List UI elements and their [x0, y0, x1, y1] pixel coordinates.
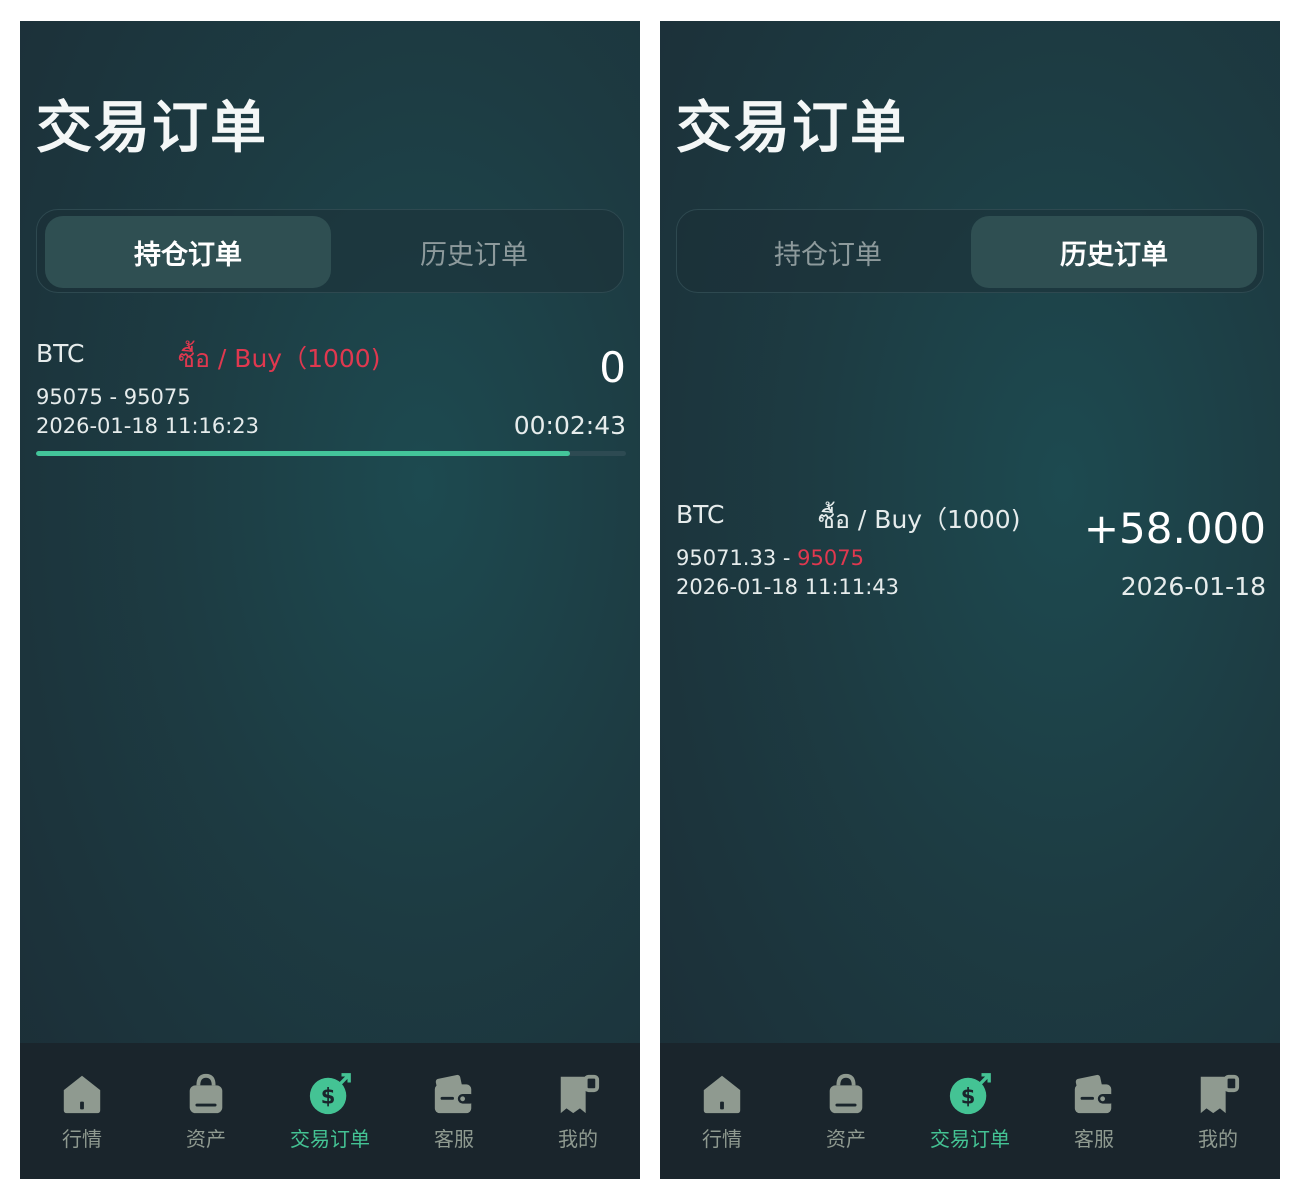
nav-label: 客服 — [434, 1127, 474, 1151]
price-separator: - — [102, 385, 124, 409]
nav-item-orders[interactable]: $ 交易订单 — [268, 1043, 392, 1179]
order-pnl: 0 — [599, 343, 626, 392]
order-progress-bar — [36, 451, 626, 456]
order-side: ซื้อ / Buy（1000) — [178, 344, 381, 373]
nav-label: 行情 — [62, 1127, 102, 1151]
order-pnl: +58.000 — [1083, 504, 1266, 553]
tab-open-orders[interactable]: 持仓订单 — [45, 216, 331, 288]
order-item[interactable]: BTC ซื้อ / Buy（1000) 95071.33 - 95075 20… — [676, 500, 1266, 620]
nav-item-mine[interactable]: 我的 — [516, 1043, 640, 1179]
price-separator: - — [776, 546, 798, 570]
wallet-icon — [434, 1074, 476, 1114]
receipt-icon — [1200, 1074, 1240, 1114]
order-symbol: BTC — [36, 339, 85, 368]
nav-item-market[interactable]: 行情 — [20, 1043, 144, 1179]
page-title: 交易订单 — [676, 96, 908, 161]
order-item[interactable]: BTC ซื้อ / Buy（1000) 95075 - 95075 2026-… — [36, 339, 626, 459]
nav-label: 交易订单 — [290, 1127, 370, 1151]
nav-item-mine[interactable]: 我的 — [1156, 1043, 1280, 1179]
bottom-nav: 行情 资产 $ 交易订单 客服 我的 — [20, 1043, 640, 1179]
close-price: 95075 — [797, 546, 864, 570]
svg-text:$: $ — [321, 1084, 336, 1109]
dollar-arrow-icon: $ — [309, 1073, 351, 1115]
nav-label: 资产 — [826, 1127, 866, 1151]
bottom-nav: 行情 资产 $ 交易订单 客服 我的 — [660, 1043, 1280, 1179]
nav-label: 客服 — [1074, 1127, 1114, 1151]
nav-label: 我的 — [1198, 1127, 1238, 1151]
open-price: 95075 — [36, 385, 103, 409]
order-symbol: BTC — [676, 500, 725, 529]
order-prices: 95071.33 - 95075 — [676, 546, 864, 570]
bag-icon — [829, 1073, 863, 1114]
tab-history-orders[interactable]: 历史订单 — [971, 216, 1257, 288]
order-side: ซื้อ / Buy（1000) — [818, 505, 1021, 534]
screen-open-orders: 交易订单 持仓订单 历史订单 BTC ซื้อ / Buy（1000) 9507… — [20, 21, 640, 1179]
nav-item-market[interactable]: 行情 — [660, 1043, 784, 1179]
nav-item-service[interactable]: 客服 — [1032, 1043, 1156, 1179]
order-tabs: 持仓订单 历史订单 — [36, 209, 624, 293]
order-date: 2026-01-18 — [1120, 572, 1266, 601]
open-price: 95071.33 — [676, 546, 777, 570]
dollar-arrow-icon: $ — [949, 1073, 991, 1115]
nav-label: 行情 — [702, 1127, 742, 1151]
order-countdown: 00:02:43 — [513, 411, 626, 440]
nav-item-assets[interactable]: 资产 — [144, 1043, 268, 1179]
order-time: 2026-01-18 11:16:23 — [36, 414, 260, 438]
wallet-icon — [1074, 1074, 1116, 1114]
svg-text:$: $ — [961, 1084, 976, 1109]
screen-history-orders: 交易订单 持仓订单 历史订单 BTC ซื้อ / Buy（1000) 9507… — [660, 21, 1280, 1179]
nav-item-orders[interactable]: $ 交易订单 — [908, 1043, 1032, 1179]
nav-item-service[interactable]: 客服 — [392, 1043, 516, 1179]
close-price: 95075 — [123, 385, 191, 409]
home-icon — [63, 1075, 101, 1114]
nav-label: 交易订单 — [930, 1127, 1010, 1151]
tab-open-orders[interactable]: 持仓订单 — [685, 216, 971, 288]
home-icon — [703, 1075, 741, 1114]
bag-icon — [189, 1073, 223, 1114]
receipt-icon — [560, 1074, 600, 1114]
order-tabs: 持仓订单 历史订单 — [676, 209, 1264, 293]
page-title: 交易订单 — [36, 96, 268, 161]
tab-history-orders[interactable]: 历史订单 — [331, 216, 617, 288]
order-progress-fill — [36, 451, 570, 456]
nav-label: 资产 — [186, 1127, 226, 1151]
nav-label: 我的 — [558, 1127, 598, 1151]
order-time: 2026-01-18 11:11:43 — [676, 575, 900, 599]
order-prices: 95075 - 95075 — [36, 385, 191, 409]
nav-item-assets[interactable]: 资产 — [784, 1043, 908, 1179]
